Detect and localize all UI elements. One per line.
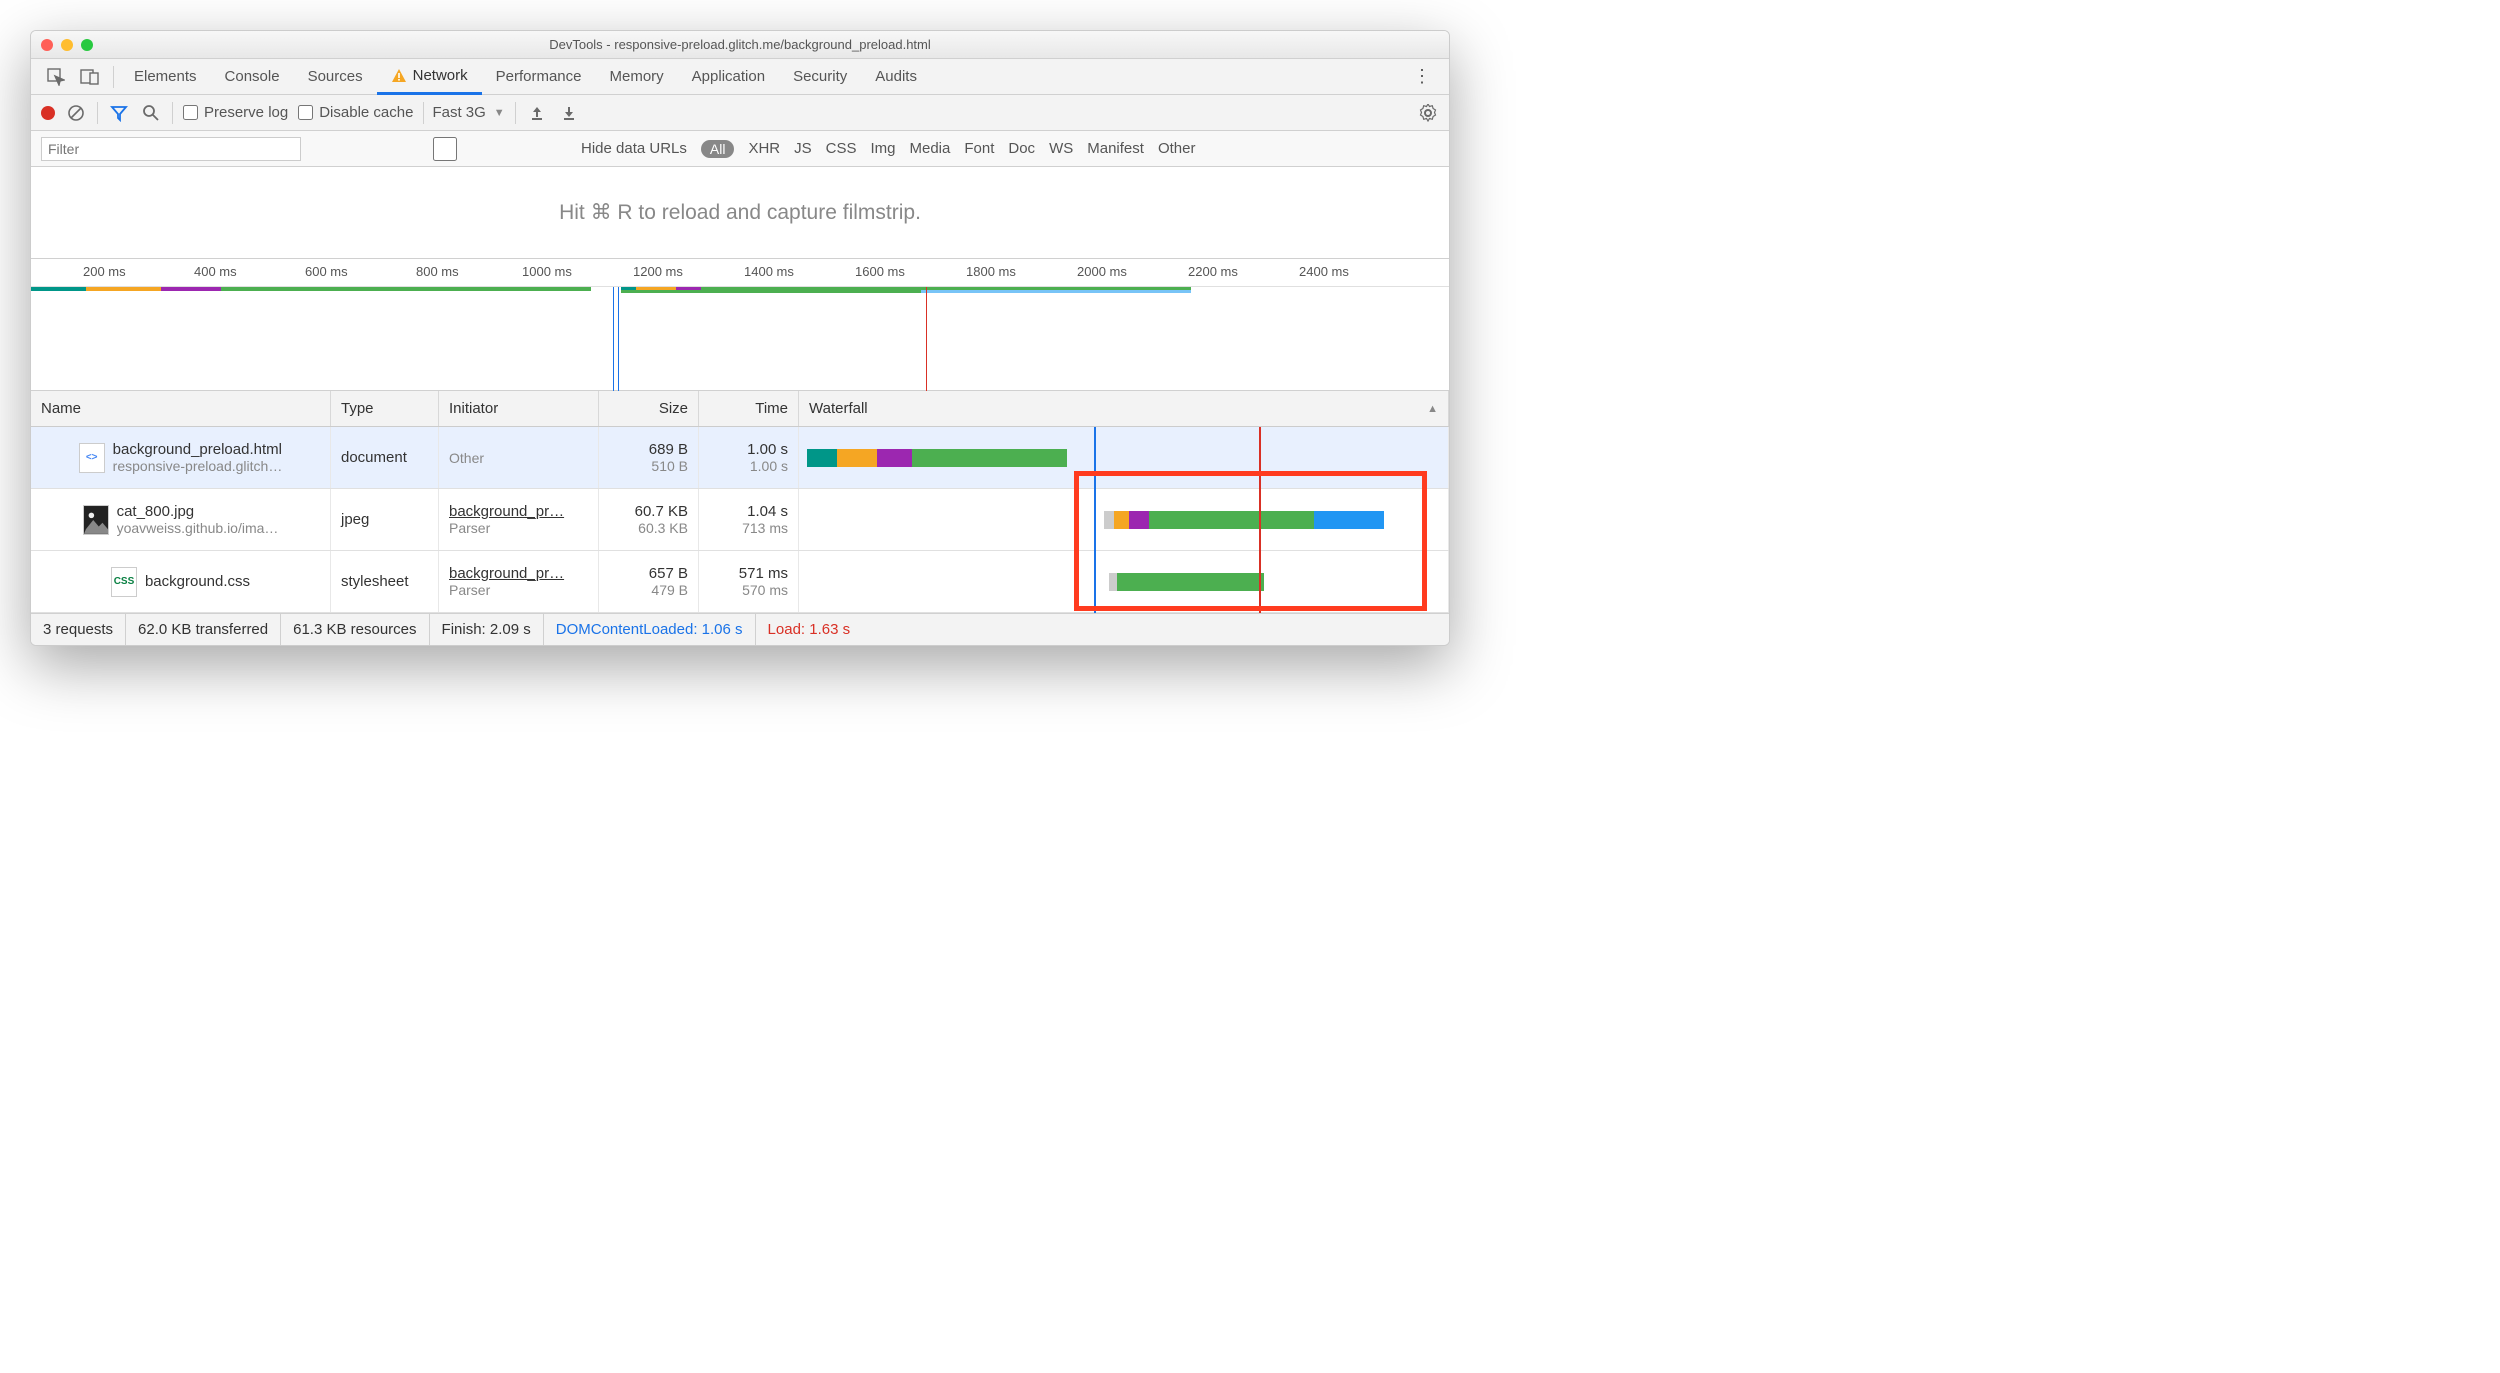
column-size[interactable]: Size [599,391,699,426]
status-load: Load: 1.63 s [756,614,863,645]
panel-tabs: Elements Console Sources Network Perform… [31,59,1449,95]
filter-icon[interactable] [108,102,130,124]
window-title: DevTools - responsive-preload.glitch.me/… [31,37,1449,52]
filter-other[interactable]: Other [1158,140,1196,157]
status-bar: 3 requests 62.0 KB transferred 61.3 KB r… [31,613,1449,645]
table-header: Name Type Initiator Size Time Waterfall▲ [31,391,1449,427]
filter-bar: Hide data URLs All XHR JS CSS Img Media … [31,131,1449,167]
status-transferred: 62.0 KB transferred [126,614,281,645]
filter-js[interactable]: JS [794,140,812,157]
table-row[interactable]: CSSbackground.css stylesheet background_… [31,551,1449,613]
kebab-menu-icon[interactable]: ⋮ [1403,66,1441,87]
inspect-icon[interactable] [39,68,73,86]
table-row[interactable]: cat_800.jpgyoavweiss.github.io/ima… jpeg… [31,489,1449,551]
filter-xhr[interactable]: XHR [748,140,780,157]
clear-icon[interactable] [65,102,87,124]
disable-cache-checkbox[interactable]: Disable cache [298,104,413,121]
status-requests: 3 requests [31,614,126,645]
upload-icon[interactable] [526,102,548,124]
tab-memory[interactable]: Memory [596,59,678,94]
record-button[interactable] [41,106,55,120]
html-file-icon: <> [79,443,105,473]
column-time[interactable]: Time [699,391,799,426]
titlebar: DevTools - responsive-preload.glitch.me/… [31,31,1449,59]
filter-ws[interactable]: WS [1049,140,1073,157]
column-waterfall[interactable]: Waterfall▲ [799,391,1449,426]
tab-console[interactable]: Console [211,59,294,94]
css-file-icon: CSS [111,567,137,597]
tab-audits[interactable]: Audits [861,59,931,94]
filter-input[interactable] [41,137,301,161]
timeline-overview[interactable]: 200 ms 400 ms 600 ms 800 ms 1000 ms 1200… [31,259,1449,391]
filter-font[interactable]: Font [964,140,994,157]
settings-gear-icon[interactable] [1417,102,1439,124]
waterfall-bar [799,489,1449,550]
hide-data-urls-checkbox[interactable]: Hide data URLs [315,137,687,161]
network-toolbar: Preserve log Disable cache Fast 3G▼ [31,95,1449,131]
waterfall-bar [799,427,1449,488]
search-icon[interactable] [140,102,162,124]
column-name[interactable]: Name [31,391,331,426]
device-toggle-icon[interactable] [73,69,107,85]
status-resources: 61.3 KB resources [281,614,429,645]
filmstrip-hint: Hit ⌘ R to reload and capture filmstrip. [31,167,1449,259]
tab-performance[interactable]: Performance [482,59,596,94]
column-type[interactable]: Type [331,391,439,426]
status-finish: Finish: 2.09 s [430,614,544,645]
filter-doc[interactable]: Doc [1008,140,1035,157]
filter-img[interactable]: Img [870,140,895,157]
filter-css[interactable]: CSS [826,140,857,157]
tab-application[interactable]: Application [678,59,779,94]
preserve-log-checkbox[interactable]: Preserve log [183,104,288,121]
image-file-icon [83,505,109,535]
download-icon[interactable] [558,102,580,124]
tab-security[interactable]: Security [779,59,861,94]
status-dcl: DOMContentLoaded: 1.06 s [544,614,756,645]
filter-manifest[interactable]: Manifest [1087,140,1144,157]
throttle-dropdown[interactable]: Fast 3G▼ [423,102,504,124]
filter-all[interactable]: All [701,140,735,158]
waterfall-bar [799,551,1449,612]
table-row[interactable]: <>background_preload.htmlresponsive-prel… [31,427,1449,489]
tab-sources[interactable]: Sources [294,59,377,94]
tab-elements[interactable]: Elements [120,59,211,94]
filter-media[interactable]: Media [910,140,951,157]
tab-network[interactable]: Network [377,60,482,95]
column-initiator[interactable]: Initiator [439,391,599,426]
